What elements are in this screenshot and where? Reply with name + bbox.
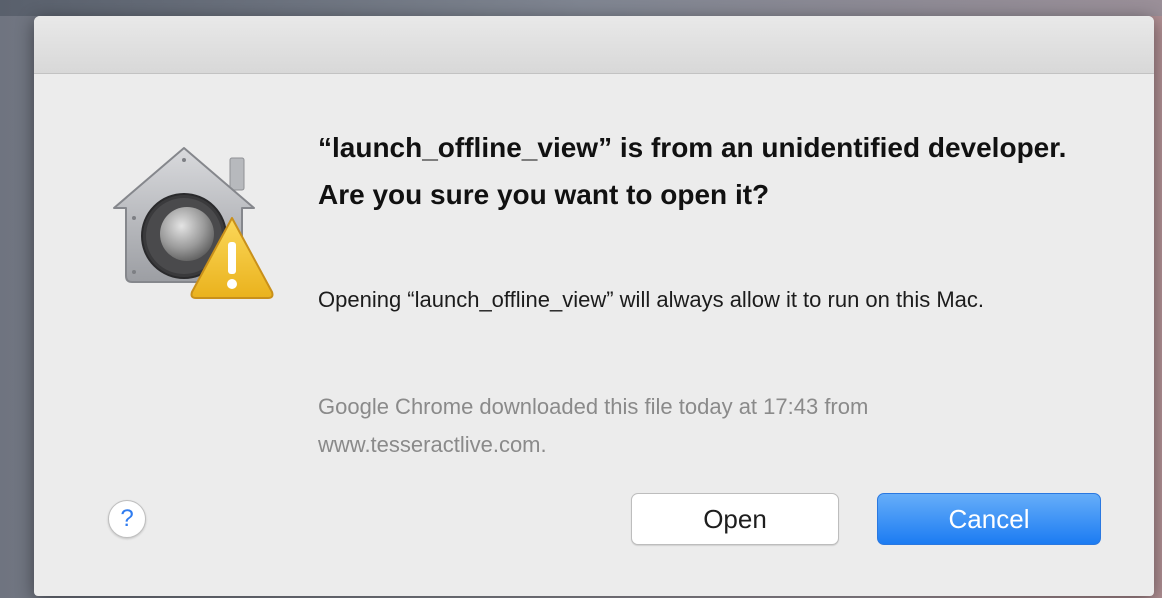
desktop-background bbox=[0, 0, 1162, 16]
alert-body-text: Opening “launch_offline_view” will alway… bbox=[318, 287, 985, 312]
gatekeeper-alert-dialog: “launch_offline_view” is from an unident… bbox=[34, 16, 1154, 596]
open-button[interactable]: Open bbox=[631, 493, 839, 545]
cancel-button[interactable]: Cancel bbox=[877, 493, 1101, 545]
download-source-text: Google Chrome downloaded this file today… bbox=[318, 394, 869, 457]
help-button[interactable]: ? bbox=[108, 500, 146, 538]
alert-headline: “launch_offline_view” is from an unident… bbox=[318, 132, 1067, 210]
gatekeeper-security-icon bbox=[104, 126, 274, 306]
dialog-titlebar bbox=[34, 16, 1154, 74]
help-icon: ? bbox=[120, 505, 134, 532]
